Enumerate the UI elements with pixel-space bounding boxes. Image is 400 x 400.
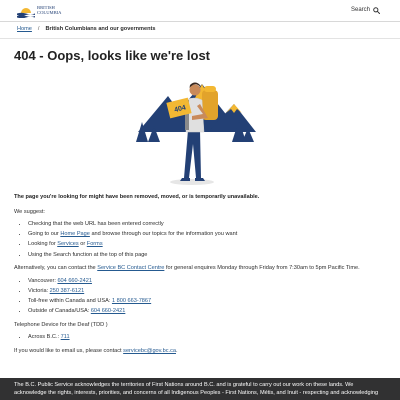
lead-message: The page you're looking for might have b… [14,194,260,200]
suggestion-text: or [78,241,87,248]
phone-link-toll-free[interactable]: 1 800 663-7867 [112,298,151,304]
list-item: Toll-free within Canada and USA: 1 800 6… [28,298,386,306]
breadcrumb-home-link[interactable]: Home [17,26,32,34]
tdd-intro: Telephone Device for the Deaf (TDD ) [14,321,108,328]
bc-sun-logo-icon [17,8,35,18]
forms-link[interactable]: Forms [87,241,103,247]
email-link[interactable]: servicebc@gov.bc.ca [123,348,176,354]
phone-label: Victoria: [28,287,50,294]
contact-text: for general enquires Monday through Frid… [164,265,360,272]
search-label: Search [350,7,370,13]
list-item: Victoria: 250 387-6121 [28,288,386,296]
contact-text: Alternatively, you can contact the [14,265,98,272]
phone-link-outside[interactable]: 604 660-2421 [91,308,126,314]
logo-wordmark: BRITISH COLUMBIA [37,5,62,16]
list-item: Looking for Services or Forms [28,241,386,249]
breadcrumb: Home / British Columbians and our govern… [17,26,156,34]
search-button[interactable]: Search [351,6,380,14]
tdd-label: Across B.C.: [28,334,61,341]
breadcrumb-divider [0,38,400,39]
suggestion-text: and browse through our topics for the in… [89,231,238,238]
phone-link-vancouver[interactable]: 604 660-2421 [57,278,92,284]
phone-label: Toll-free within Canada and USA: [28,297,112,304]
breadcrumb-separator: / [37,26,40,32]
list-item: Checking that the web URL has been enter… [28,221,386,229]
list-item: Going to our Home Page and browse throug… [28,231,386,239]
contact-paragraph: Alternatively, you can contact the Servi… [14,265,386,273]
footer-acknowledgement: The B.C. Public Service acknowledges the… [0,378,400,400]
suggestion-text: Looking for [28,241,58,248]
email-text: If you would like to email us, please co… [14,347,124,354]
list-item: Outside of Canada/USA: 604 660-2421 [28,308,386,316]
list-item: Using the Search function at the top of … [28,252,386,260]
home-page-link[interactable]: Home Page [60,231,90,237]
site-header: BRITISH COLUMBIA Search [0,0,400,22]
phone-label: Outside of Canada/USA: [28,308,91,315]
suggest-intro: We suggest: [14,208,45,215]
contact-centre-link[interactable]: Service BC Contact Centre [97,265,164,271]
suggestion-text: Going to our [28,231,61,238]
tdd-link[interactable]: 711 [61,334,70,340]
breadcrumb-current: British Columbians and our governments [45,26,156,32]
list-item: Across B.C.: 711 [28,334,386,342]
services-link[interactable]: Services [57,241,78,247]
email-paragraph: If you would like to email us, please co… [14,348,386,356]
suggestion-list: Checking that the web URL has been enter… [14,221,386,259]
tdd-list: Across B.C.: 711 [14,334,386,342]
bc-gov-logo[interactable]: BRITISH COLUMBIA [16,4,64,18]
suggestion-text: Checking that the web URL has been enter… [28,221,164,228]
main-content: The page you're looking for might have b… [14,194,386,360]
page-title: 404 - Oops, looks like we're lost [14,48,210,63]
email-text: . [175,347,178,354]
lost-hiker-image: 404 [136,82,256,185]
acknowledgement-text: The B.C. Public Service acknowledges the… [14,382,379,396]
logo-line-2: COLUMBIA [37,9,62,15]
lost-hiker-illustration: 404 [130,70,260,190]
phone-list: Vancouver: 604 660-2421 Victoria: 250 38… [14,278,386,316]
search-icon [373,6,380,14]
suggestion-text: Using the Search function at the top of … [28,251,148,258]
list-item: Vancouver: 604 660-2421 [28,278,386,286]
phone-label: Vancouver: [28,277,58,284]
phone-link-victoria[interactable]: 250 387-6121 [50,288,85,294]
